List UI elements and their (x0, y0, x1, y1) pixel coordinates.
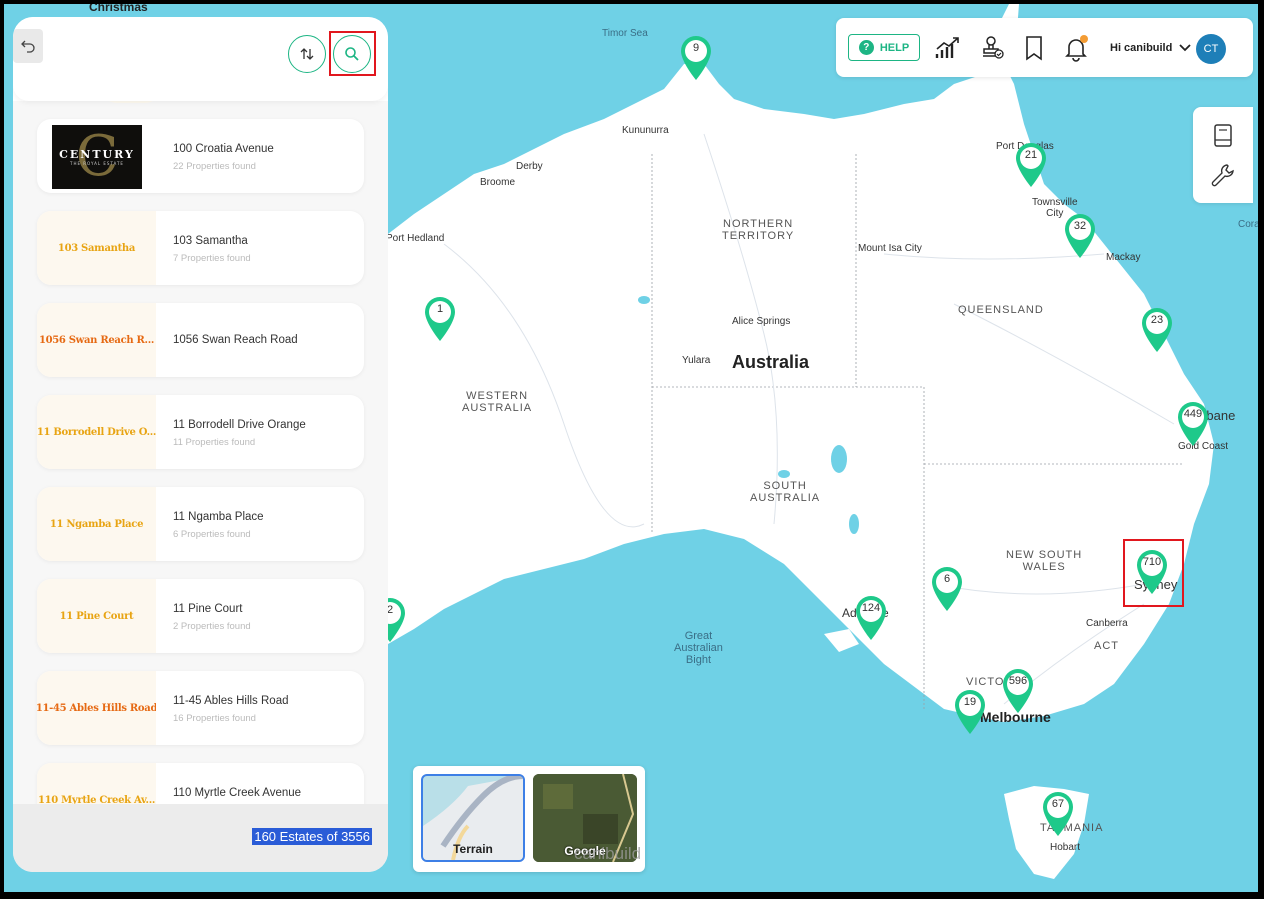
estate-thumb: 110 Myrtle Creek Av... (37, 763, 156, 804)
estate-card[interactable]: C CENTURY THE ROYAL ESTATE 100 Croatia A… (37, 119, 364, 193)
label-port-hedland: Port Hedland (386, 233, 445, 244)
panel-footer: 160 Estates of 3556 (13, 804, 388, 872)
estate-count: 11 Properties found (173, 437, 256, 448)
estates-count-label: 160 Estates of 3556 (252, 828, 372, 845)
label-great-australian-bight: Great Australian Bight (674, 630, 723, 666)
cluster-pin[interactable]: 9 (678, 34, 714, 82)
help-button[interactable]: ? HELP (848, 34, 920, 61)
cluster-pin[interactable]: 596 (1000, 667, 1036, 715)
label-broome: Broome (480, 177, 516, 188)
cluster-pin[interactable]: 449 (1175, 400, 1211, 448)
avatar[interactable]: CT (1196, 34, 1226, 64)
cluster-pin[interactable]: 19 (952, 688, 988, 736)
label-queensland: QUEENSLAND (958, 304, 1044, 316)
label-new-south-wales: NEW SOUTH WALES (1006, 549, 1083, 573)
estate-name: 103 Samantha (173, 235, 248, 247)
cluster-pin[interactable]: 32 (1062, 212, 1098, 260)
estate-name: 11 Ngamba Place (173, 511, 264, 523)
estate-count: 7 Properties found (173, 253, 251, 264)
estate-thumb: 11-45 Ables Hills Road (37, 671, 156, 745)
estate-card[interactable]: 11-45 Ables Hills Road 11-45 Ables Hills… (37, 671, 364, 745)
label-hobart: Hobart (1050, 842, 1081, 853)
estate-name: 11 Pine Court (173, 603, 243, 615)
estate-name: 1056 Swan Reach Road (173, 334, 298, 346)
estate-name: 110 Myrtle Creek Avenue (173, 787, 302, 799)
estate-count: 16 Properties found (173, 713, 256, 724)
estate-card[interactable]: 110 Myrtle Creek Av... 110 Myrtle Creek … (37, 763, 364, 804)
label-alice-springs: Alice Springs (732, 316, 791, 327)
estate-thumb: 11 Borrodell Drive O... (37, 395, 156, 469)
cluster-pin[interactable]: 21 (1013, 141, 1049, 189)
cluster-pin[interactable]: 6 (929, 565, 965, 613)
label-derby: Derby (516, 161, 543, 172)
book-icon[interactable] (1211, 123, 1235, 149)
label-canberra: Canberra (1086, 618, 1128, 629)
bookmark-icon[interactable] (1020, 34, 1048, 62)
label-kununurra: Kununurra (622, 125, 669, 136)
sort-arrows-icon (300, 48, 314, 60)
question-icon: ? (858, 40, 874, 55)
estate-logo-century: C CENTURY THE ROYAL ESTATE (52, 125, 142, 189)
back-button[interactable] (13, 29, 43, 63)
estate-card[interactable]: 11 Ngamba Place 11 Ngamba Place 6 Proper… (37, 487, 364, 561)
estate-thumb: 11 Pine Court (37, 579, 156, 653)
map-type-terrain[interactable]: Terrain (421, 774, 525, 862)
estate-thumb: 1056 Swan Reach R... (37, 303, 156, 377)
analytics-chart-icon[interactable] (934, 34, 962, 62)
sort-button[interactable] (288, 35, 326, 73)
undo-icon (21, 40, 35, 53)
highlight-search-button (329, 31, 376, 76)
estate-list-panel: C CENTURY THE ROYAL ESTATE 100 Croatia A… (13, 17, 388, 872)
estate-count: 6 Properties found (173, 529, 251, 540)
estate-name: 11-45 Ables Hills Road (173, 695, 289, 707)
estate-thumb: 11 Ngamba Place (37, 487, 156, 561)
cluster-pin[interactable]: 67 (1040, 790, 1076, 838)
highlight-sydney-cluster (1123, 539, 1184, 607)
stamp-approval-icon[interactable] (978, 34, 1006, 62)
label-act: ACT (1094, 640, 1119, 652)
estate-name: 100 Croatia Avenue (173, 143, 274, 155)
label-coral-sea: Cora (1238, 219, 1258, 230)
estate-card[interactable]: 11 Pine Court 11 Pine Court 2 Properties… (37, 579, 364, 653)
label-timor-sea: Timor Sea (602, 28, 648, 39)
map-frame: Timor Sea Kununurra Derby Broome Port He… (4, 4, 1258, 892)
estate-count: 22 Properties found (173, 161, 256, 172)
estate-count: 2 Properties found (173, 621, 251, 632)
label-australia: Australia (732, 352, 810, 372)
notification-dot (1080, 35, 1088, 43)
panel-header (13, 17, 388, 101)
label-yulara: Yulara (682, 355, 711, 366)
estate-list[interactable]: C CENTURY THE ROYAL ESTATE 100 Croatia A… (13, 101, 388, 804)
label-western-australia: WESTERN AUSTRALIA (462, 390, 533, 414)
top-toolbar: ? HELP Hi canibuild CT (836, 18, 1253, 77)
partial-card-thumb (101, 101, 161, 103)
label-christmas: Christmas (89, 4, 148, 14)
user-greeting[interactable]: Hi canibuild (1110, 42, 1172, 54)
estate-card[interactable]: 1056 Swan Reach R... 1056 Swan Reach Roa… (37, 303, 364, 377)
label-northern-territory: NORTHERN TERRITORY (722, 218, 795, 242)
cluster-pin[interactable]: 124 (853, 594, 889, 642)
label-mount-isa: Mount Isa City (858, 243, 922, 254)
label-mackay: Mackay (1106, 252, 1141, 263)
estate-card[interactable]: 11 Borrodell Drive O... 11 Borrodell Dri… (37, 395, 364, 469)
estate-card[interactable]: 103 Samantha 103 Samantha 7 Properties f… (37, 211, 364, 285)
wrench-icon[interactable] (1209, 161, 1237, 189)
cluster-pin[interactable]: 23 (1139, 306, 1175, 354)
estate-name: 11 Borrodell Drive Orange (173, 419, 306, 431)
cluster-pin[interactable]: 1 (422, 295, 458, 343)
chevron-down-icon[interactable] (1178, 40, 1192, 54)
side-toolbar (1193, 107, 1253, 203)
estate-thumb: 103 Samantha (37, 211, 156, 285)
canibuild-watermark: canibuild (574, 844, 642, 863)
label-south-australia: SOUTH AUSTRALIA (750, 480, 821, 504)
